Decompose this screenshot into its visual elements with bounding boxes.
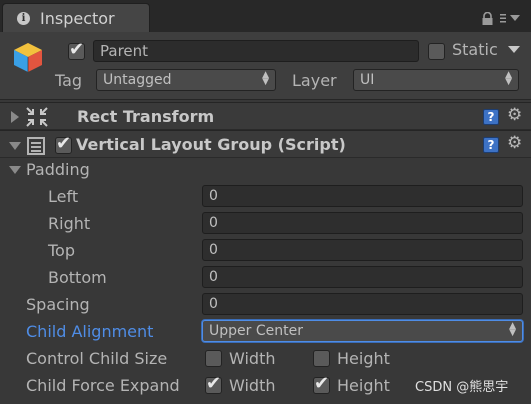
tab-label: Inspector [40, 9, 115, 28]
padding-left-label: Left [48, 187, 79, 206]
info-icon: i [17, 12, 30, 25]
padding-label: Padding [26, 160, 90, 179]
tag-label: Tag [55, 71, 83, 90]
expand-width-checkbox[interactable] [205, 373, 222, 394]
static-label: Static [452, 40, 498, 59]
control-width-label: Width [229, 349, 276, 368]
tab-bar: i Inspector [0, 0, 531, 32]
vertical-layout-group-title: Vertical Layout Group (Script) [76, 135, 346, 154]
rect-transform-header[interactable]: Rect Transform ? ⚙ [0, 102, 531, 130]
dropdown-arrows-icon: ▲ ▼ [262, 70, 269, 87]
child-alignment-value: Upper Center [209, 323, 303, 339]
control-height-label: Height [337, 349, 390, 368]
padding-top-input[interactable]: 0 [202, 239, 523, 261]
help-icon[interactable]: ? [483, 137, 499, 153]
tab-inspector[interactable]: i Inspector [2, 3, 150, 32]
child-alignment-dropdown[interactable]: Upper Center ▲ ▼ [202, 320, 523, 342]
padding-bottom-label: Bottom [48, 268, 107, 287]
expand-width-label: Width [229, 376, 276, 395]
rect-transform-title: Rect Transform [77, 107, 215, 126]
static-checkbox[interactable] [428, 43, 445, 60]
object-name-input[interactable]: Parent [93, 40, 419, 62]
component-enabled-checkbox[interactable] [55, 133, 72, 154]
rect-transform-icon [26, 107, 48, 127]
active-checkbox[interactable] [68, 39, 85, 60]
context-menu-icon[interactable] [500, 13, 526, 23]
padding-bottom-input[interactable]: 0 [202, 266, 523, 288]
layer-dropdown[interactable]: UI ▲ ▼ [353, 69, 519, 91]
object-header: Parent Static Tag Untagged ▲▼ Layer UI ▲… [0, 32, 531, 100]
dropdown-arrows-icon: ▲ ▼ [509, 321, 516, 338]
padding-left-input[interactable]: 0 [202, 185, 523, 207]
child-alignment-label: Child Alignment [26, 322, 154, 341]
fold-expanded-icon[interactable] [9, 142, 21, 150]
control-child-size-label: Control Child Size [26, 349, 168, 368]
watermark: CSDN @熊思宇 [415, 380, 509, 395]
padding-top-label: Top [48, 241, 75, 260]
static-dropdown-arrow-icon[interactable] [508, 46, 520, 53]
dropdown-arrows-icon: ▲ ▼ [505, 70, 512, 87]
layer-dropdown-value: UI [360, 72, 375, 88]
layer-label: Layer [292, 71, 337, 90]
padding-right-label: Right [48, 214, 91, 233]
gameobject-cube-icon [14, 43, 42, 72]
lock-icon[interactable] [481, 12, 494, 25]
vertical-layout-group-header[interactable]: Vertical Layout Group (Script) ? ⚙ [0, 130, 531, 158]
control-width-checkbox[interactable] [205, 350, 222, 367]
child-force-expand-label: Child Force Expand [26, 376, 180, 395]
expand-height-label: Height [337, 376, 390, 395]
gear-icon[interactable]: ⚙ [507, 133, 522, 153]
gear-icon[interactable]: ⚙ [507, 105, 522, 125]
tag-dropdown-value: Untagged [103, 72, 172, 88]
spacing-label: Spacing [26, 295, 90, 314]
fold-collapsed-icon[interactable] [11, 111, 19, 123]
padding-right-input[interactable]: 0 [202, 212, 523, 234]
vertical-layout-group-icon [27, 137, 45, 155]
spacing-input[interactable]: 0 [202, 293, 523, 315]
control-height-checkbox[interactable] [313, 350, 330, 367]
tag-dropdown[interactable]: Untagged ▲ ▼ [96, 69, 276, 91]
help-icon[interactable]: ? [483, 109, 499, 125]
expand-height-checkbox[interactable] [313, 373, 330, 394]
padding-fold-icon[interactable] [9, 166, 21, 174]
